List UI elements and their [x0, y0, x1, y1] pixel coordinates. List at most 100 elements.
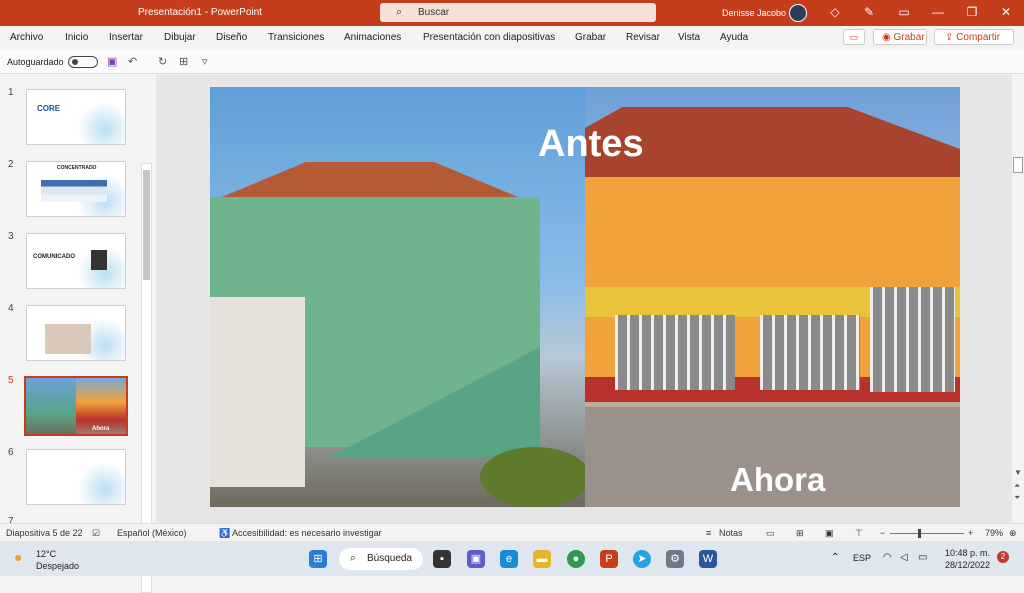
redo-icon[interactable]: ↻ — [158, 55, 167, 68]
weather-widget[interactable]: ● 12°C Despejado — [14, 548, 79, 572]
comment-icon: ▭ — [849, 32, 859, 42]
scrollbar-thumb[interactable] — [1013, 157, 1023, 173]
word-icon[interactable]: W — [699, 550, 717, 568]
status-bar: Diapositiva 5 de 22 ☑ Español (México) ♿… — [0, 523, 1024, 541]
tab-transiciones[interactable]: Transiciones — [268, 32, 324, 43]
undo-icon[interactable]: ↶ — [128, 55, 137, 68]
tab-diseno[interactable]: Diseño — [216, 32, 247, 43]
record-label: Grabar — [893, 32, 925, 43]
tab-archivo[interactable]: Archivo — [10, 32, 43, 43]
slide-number: 3 — [8, 231, 14, 242]
telegram-icon[interactable]: ➤ — [633, 550, 651, 568]
tab-presentacion[interactable]: Presentación con diapositivas — [423, 32, 555, 43]
close-icon[interactable]: ✕ — [997, 5, 1015, 19]
input-language[interactable]: ESP — [853, 553, 871, 563]
slide-thumb-6[interactable] — [26, 449, 126, 505]
thumb-text: CORE — [37, 104, 61, 113]
thumb-text: COMUNICADO — [33, 254, 75, 260]
slide-sorter-icon[interactable]: ⊞ — [796, 528, 804, 539]
search-box[interactable]: ⌕ Buscar — [380, 3, 656, 22]
settings-icon[interactable]: ⚙ — [666, 550, 684, 568]
moon-icon: ● — [14, 549, 23, 565]
save-icon[interactable]: ▣ — [107, 55, 117, 68]
restore-icon[interactable]: ❐ — [963, 5, 981, 19]
taskbar-search-label: Búsqueda — [367, 553, 413, 564]
fit-slide-icon[interactable]: ⊕ — [1009, 528, 1017, 539]
zoom-slider[interactable] — [890, 533, 964, 534]
tab-inicio[interactable]: Inicio — [65, 32, 88, 43]
avatar[interactable] — [789, 4, 807, 22]
share-button[interactable]: ⇪ Compartir — [934, 29, 1014, 45]
slide-thumb-1[interactable]: CORE — [26, 89, 126, 145]
window-grill — [870, 287, 955, 392]
teams-icon[interactable]: ▣ — [467, 550, 485, 568]
edge-icon[interactable]: e — [500, 550, 518, 568]
tab-grabar[interactable]: Grabar — [575, 32, 606, 43]
ribbon-display-icon[interactable]: ▭ — [895, 5, 913, 19]
clock[interactable]: 10:48 p. m. 28/12/2022 — [942, 547, 990, 571]
battery-icon[interactable]: ▭ — [918, 552, 927, 563]
tab-revisar[interactable]: Revisar — [626, 32, 660, 43]
zoom-level[interactable]: 79% — [985, 528, 1003, 538]
tab-ayuda[interactable]: Ayuda — [720, 32, 748, 43]
zoom-out-icon[interactable]: − — [880, 528, 885, 538]
slide-thumb-3[interactable]: COMUNICADO — [26, 233, 126, 289]
scroll-down-icon[interactable]: ▼ — [1014, 468, 1022, 477]
pen-icon[interactable]: ✎ — [860, 5, 878, 19]
normal-view-icon[interactable]: ▭ — [766, 528, 775, 539]
roof — [210, 162, 530, 202]
minimize-icon[interactable]: — — [929, 5, 947, 19]
zoom-slider-thumb[interactable] — [918, 529, 921, 538]
prev-slide-icon[interactable]: ⏶ — [1014, 481, 1020, 491]
accessibility-icon[interactable]: ♿ — [219, 528, 230, 539]
wave-graphic — [75, 104, 125, 144]
notes-icon[interactable]: ≡ — [706, 528, 711, 538]
slide-title-right[interactable]: Ahora — [730, 461, 825, 499]
file-explorer-icon[interactable]: ▬ — [533, 550, 551, 568]
slide-thumb-2[interactable]: CONCENTRADO — [26, 161, 126, 217]
clock-time: 10:48 p. m. — [944, 548, 990, 558]
current-slide[interactable]: Antes Ahora — [210, 87, 960, 507]
tab-animaciones[interactable]: Animaciones — [344, 32, 401, 43]
notes-button[interactable]: Notas — [719, 528, 743, 538]
next-slide-icon[interactable]: ⏷ — [1014, 493, 1020, 503]
ribbon-tabs: Archivo Inicio Insertar Dibujar Diseño T… — [0, 26, 1024, 48]
slideshow-icon[interactable]: ⊤ — [855, 528, 863, 539]
present-icon[interactable]: ⊞ — [179, 55, 188, 68]
comments-button[interactable]: ▭ — [843, 29, 865, 45]
powerpoint-icon[interactable]: P — [600, 550, 618, 568]
slide-title-left[interactable]: Antes — [538, 123, 644, 166]
spellcheck-icon[interactable]: ☑ — [92, 528, 100, 539]
volume-icon[interactable]: ◁ — [900, 552, 908, 563]
tab-insertar[interactable]: Insertar — [109, 32, 143, 43]
kiosk-before-photo[interactable] — [210, 87, 590, 507]
reading-view-icon[interactable]: ▣ — [825, 528, 834, 539]
tab-dibujar[interactable]: Dibujar — [164, 32, 196, 43]
search-icon: ⌕ — [350, 552, 357, 564]
tray-chevron-icon[interactable]: ⌃ — [831, 552, 839, 563]
record-icon: ◉ — [882, 32, 894, 43]
taskbar-search[interactable]: ⌕ Búsqueda — [339, 548, 423, 570]
diamond-icon[interactable]: ◇ — [826, 5, 844, 19]
wifi-icon[interactable]: ◠ — [883, 552, 892, 563]
zoom-in-icon[interactable]: + — [968, 528, 973, 538]
autosave-toggle[interactable] — [68, 56, 98, 68]
record-button[interactable]: ◉ Grabar — [873, 29, 927, 45]
user-name[interactable]: Denisse Jacobo — [722, 8, 786, 18]
accessibility-status[interactable]: Accesibilidad: es necesario investigar — [232, 528, 382, 538]
door — [210, 297, 305, 487]
task-view-icon[interactable]: ▪ — [433, 550, 451, 568]
scrollbar-thumb[interactable] — [143, 170, 150, 280]
slide-thumb-5-selected[interactable]: Ahora — [24, 376, 128, 436]
chrome-icon[interactable]: ● — [567, 550, 585, 568]
canvas-scrollbar[interactable]: ▼ ⏶ ⏷ — [1012, 75, 1024, 523]
notification-badge[interactable]: 2 — [997, 551, 1009, 563]
windows-start-icon[interactable]: ⊞ — [309, 550, 327, 568]
slide-number: 2 — [8, 159, 14, 170]
slide-thumb-4[interactable] — [26, 305, 126, 361]
language[interactable]: Español (México) — [117, 528, 187, 538]
taskbar: ● 12°C Despejado ⊞ ⌕ Búsqueda ▪ ▣ e ▬ ● P… — [0, 541, 1024, 576]
tab-vista[interactable]: Vista — [678, 32, 700, 43]
customize-icon[interactable]: ▿ — [202, 55, 208, 68]
search-placeholder: Buscar — [418, 7, 450, 18]
